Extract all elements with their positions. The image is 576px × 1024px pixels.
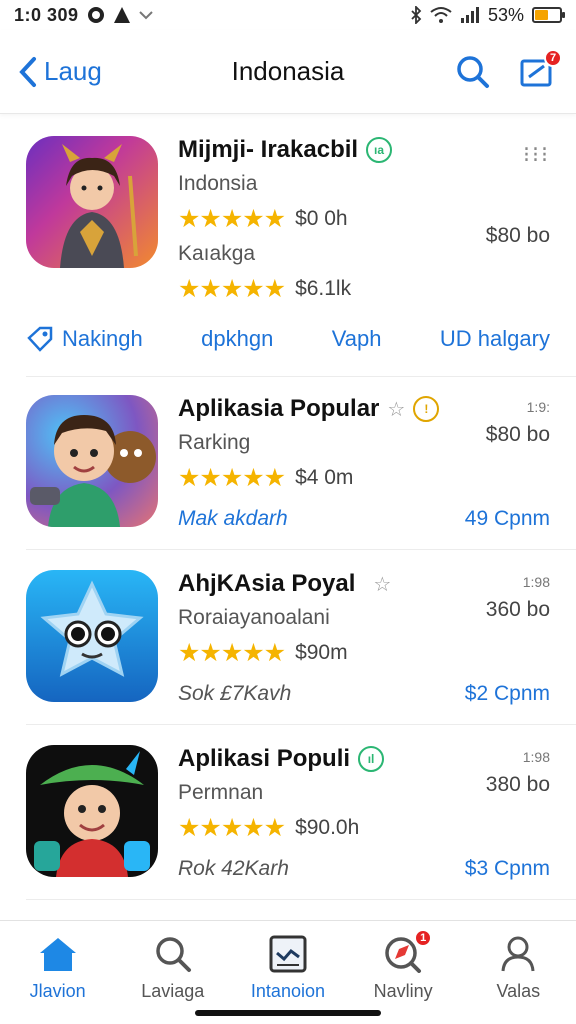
app-link-right[interactable]: $2 Cpnm <box>465 682 550 706</box>
action-halgary[interactable]: UD halgary <box>440 326 550 352</box>
rating-value: $90.0h <box>295 816 360 839</box>
app-list: ⁝⁝⁝ Mijmji- Irakacbil ıa Indonsia ★★★★★ … <box>0 114 576 900</box>
search-button[interactable] <box>456 55 490 89</box>
star-rating: ★★★★★ <box>178 464 286 492</box>
chart-icon <box>269 935 307 973</box>
nav-item-explore[interactable]: 1 Navliny <box>348 929 458 1002</box>
app-header: Laug Indonasia 7 <box>0 30 576 114</box>
star-rating: ★★★★★ <box>178 275 286 303</box>
app-meta: 1:98 <box>522 574 550 590</box>
rating-value: $6.1lk <box>295 277 352 300</box>
alarm-icon <box>87 6 105 24</box>
verified-icon: ıl <box>358 746 385 772</box>
nav-item-search[interactable]: Laviaga <box>118 935 228 1002</box>
app-price: 380 bo <box>485 773 550 796</box>
rating-value: $4 0m <box>295 466 354 489</box>
app-price: $80 bo <box>485 423 550 446</box>
bluetooth-icon <box>410 6 422 24</box>
app-name: Aplikasi Populi ıl <box>178 745 550 773</box>
notifications-button[interactable]: 7 <box>520 48 562 87</box>
app-icon-elf <box>26 745 158 877</box>
app-link-right[interactable]: $3 Cpnm <box>465 857 550 881</box>
tag-icon <box>27 326 53 352</box>
app-meta: 1:9: <box>526 399 550 415</box>
app-subtitle: Indonsia <box>178 172 258 195</box>
app-name: Mijmji- Irakacbil ıa <box>178 136 550 164</box>
battery-percent: 53% <box>487 4 524 25</box>
action-dpkhgn[interactable]: dpkhgn <box>201 326 273 352</box>
bottom-nav: Jlavion Laviaga Intanoion 1 Navliny Vala… <box>0 920 576 1024</box>
star-outline-icon: ☆ <box>373 573 392 596</box>
rating-value: $90m <box>295 641 348 664</box>
app-link-left[interactable]: Mak akdarh <box>178 507 288 531</box>
star-rating: ★★★★★ <box>178 814 286 842</box>
wifi-icon <box>430 6 452 24</box>
nav-badge: 1 <box>414 929 433 947</box>
app-card[interactable]: ⁝⁝⁝ Mijmji- Irakacbil ıa Indonsia ★★★★★ … <box>26 114 576 377</box>
app-card[interactable]: 1:98 AhjKAsia Poyal ☆ Roraiayanoalani 36… <box>26 550 576 725</box>
app-card[interactable]: 1:9: Aplikasia Popular ☆ ! Rarking $80 b… <box>26 377 576 550</box>
rating-value: $0 0h <box>295 207 348 230</box>
profile-icon <box>501 936 535 972</box>
action-nakingh[interactable]: Nakingh <box>26 326 143 352</box>
info-icon: ! <box>413 396 440 422</box>
status-time: 1:0 309 <box>14 4 79 25</box>
action-vaph[interactable]: Vaph <box>332 326 382 352</box>
app-link-left[interactable]: Sok £7Kavh <box>178 682 291 706</box>
home-icon <box>39 938 76 971</box>
app-icon-hero <box>26 395 158 527</box>
star-outline-icon: ☆ <box>387 398 406 421</box>
back-button[interactable]: Laug <box>18 56 102 88</box>
search-icon <box>457 55 489 88</box>
app-price: 360 bo <box>485 598 550 621</box>
app-icon-star-mascot <box>26 570 158 702</box>
nav-item-stats[interactable]: Intanoion <box>233 935 343 1002</box>
chevron-down-icon <box>138 10 153 20</box>
nav-item-profile[interactable]: Valas <box>463 935 573 1002</box>
nav-item-home[interactable]: Jlavion <box>3 935 113 1002</box>
back-label: Laug <box>44 56 102 86</box>
alert-icon <box>113 6 131 24</box>
app-card[interactable]: 1:98 Aplikasi Populi ıl Permnan 380 bo ★… <box>26 725 576 900</box>
chevron-left-icon <box>19 56 36 87</box>
app-meta: 1:98 <box>522 749 550 765</box>
star-rating: ★★★★★ <box>178 205 286 233</box>
app-name: AhjKAsia Poyal ☆ <box>178 570 392 597</box>
notification-badge: 7 <box>544 48 562 67</box>
battery-icon <box>532 7 565 23</box>
signal-icon <box>460 6 480 24</box>
star-rating: ★★★★★ <box>178 639 286 667</box>
more-options-icon[interactable]: ⁝⁝⁝ <box>523 142 550 168</box>
page-title: Indonasia <box>231 56 345 86</box>
app-icon-warrior <box>26 136 158 268</box>
verified-icon: ıa <box>366 137 393 163</box>
app-name: Aplikasia Popular ☆ ! <box>178 395 550 423</box>
app-link-right[interactable]: 49 Cpnm <box>465 507 550 531</box>
app-price: $80 bo <box>485 224 550 247</box>
home-indicator <box>195 1010 381 1016</box>
app-link-left[interactable]: Rok 42Karh <box>178 857 289 881</box>
search-icon <box>156 937 191 972</box>
status-bar: 1:0 309 53% <box>0 0 576 30</box>
